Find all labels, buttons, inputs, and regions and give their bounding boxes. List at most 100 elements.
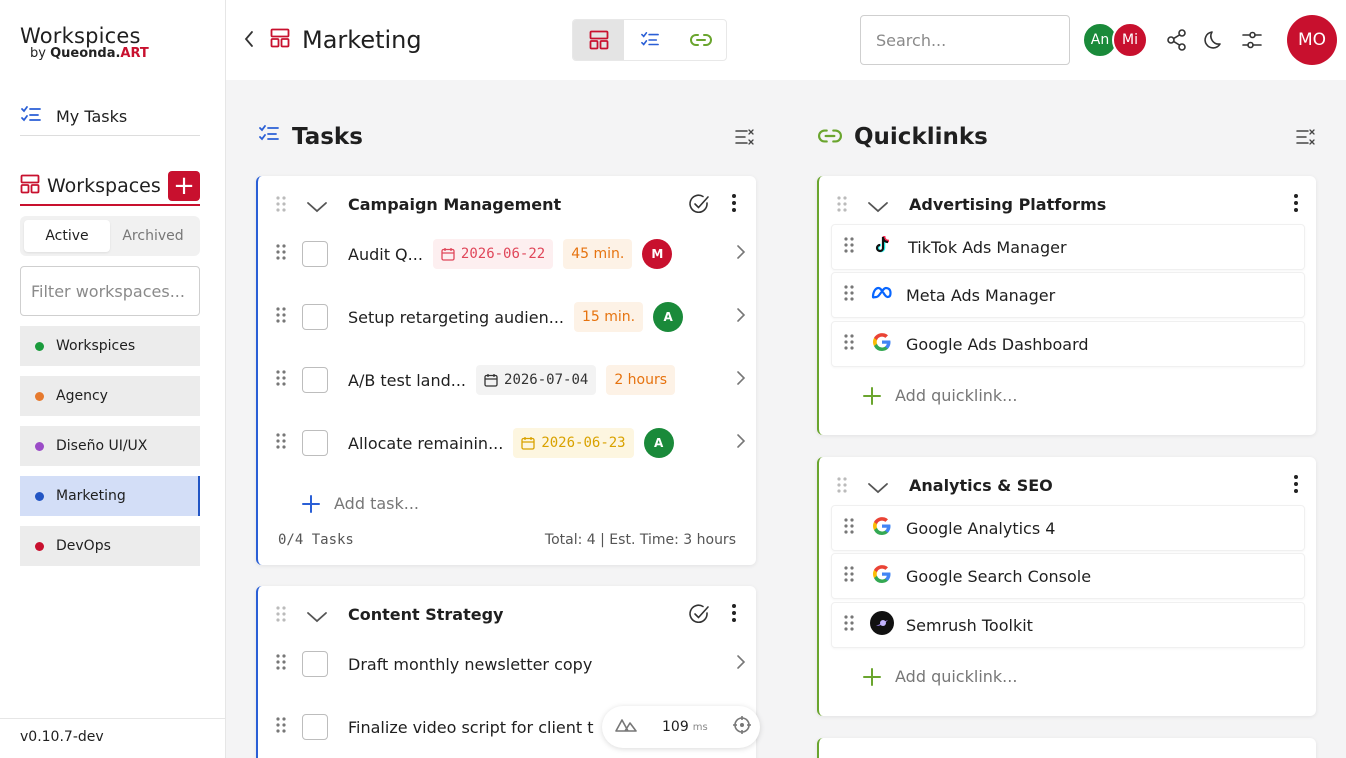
due-date-badge[interactable]: 2026-06-23: [513, 428, 634, 458]
task-checkbox[interactable]: [302, 714, 328, 740]
task-group-title: Campaign Management: [348, 195, 562, 214]
chevron-down-icon[interactable]: [867, 198, 889, 217]
theme-toggle-button[interactable]: [1203, 28, 1225, 56]
more-options-button[interactable]: [732, 604, 736, 626]
chevron-right-icon[interactable]: [736, 244, 746, 264]
complete-group-button[interactable]: [688, 603, 710, 629]
tasks-column-options-button[interactable]: [735, 128, 755, 150]
plus-icon: [302, 494, 320, 513]
drag-handle-icon[interactable]: [276, 307, 286, 327]
drag-handle-icon[interactable]: [276, 196, 286, 216]
tiktok-icon: [872, 234, 894, 260]
view-tasks-button[interactable]: [624, 20, 675, 60]
chevron-right-icon[interactable]: [736, 307, 746, 327]
brand-logo[interactable]: Workspices by Queonda.ART: [20, 24, 149, 61]
status-dot: [35, 441, 44, 451]
task-row[interactable]: Draft monthly newsletter copy: [276, 639, 746, 689]
chevron-right-icon[interactable]: [736, 654, 746, 674]
task-checkbox[interactable]: [302, 651, 328, 677]
page-title-text: Marketing: [302, 26, 422, 54]
sidebar-item-diseno-ui-ux[interactable]: Diseño UI/UX: [20, 426, 200, 466]
sidebar-item-my-tasks[interactable]: My Tasks: [20, 98, 200, 136]
crosshair-icon[interactable]: [732, 715, 752, 739]
quicklink-group-title: Analytics & SEO: [909, 476, 1053, 495]
task-checkbox[interactable]: [302, 430, 328, 456]
more-options-button[interactable]: [732, 194, 736, 216]
workspace-status-toggle: Active Archived: [20, 216, 200, 256]
drag-handle-icon[interactable]: [276, 244, 286, 264]
sidebar-item-workspices[interactable]: Workspices: [20, 326, 200, 366]
quicklinks-column-options-button[interactable]: [1296, 128, 1316, 150]
quicklink-item[interactable]: Google Search Console: [831, 553, 1305, 599]
drag-handle-icon[interactable]: [837, 477, 847, 497]
add-quicklink-button[interactable]: Add quicklink...: [863, 667, 1017, 686]
drag-handle-icon[interactable]: [844, 237, 854, 257]
task-row[interactable]: A/B test land... 2026-07-04 2 hours: [276, 355, 746, 405]
nuxt-logo-icon[interactable]: [614, 717, 638, 737]
quicklink-name: Google Search Console: [906, 566, 1092, 586]
quicklink-item[interactable]: Semrush Toolkit: [831, 602, 1305, 648]
chevron-left-icon: [244, 31, 253, 47]
drag-handle-icon[interactable]: [276, 717, 286, 737]
quicklinks-column-header: Quicklinks: [818, 124, 988, 150]
task-checkbox[interactable]: [302, 367, 328, 393]
task-row[interactable]: Allocate remainin... 2026-06-23 A: [276, 418, 746, 468]
sidebar-item-devops[interactable]: DevOps: [20, 526, 200, 566]
due-date-badge[interactable]: 2026-06-22: [432, 239, 554, 269]
chevron-right-icon[interactable]: [736, 370, 746, 390]
google-icon: [872, 516, 892, 540]
more-options-button[interactable]: [1294, 194, 1298, 216]
top-bar: Marketing An Mi MO: [226, 0, 1346, 80]
task-checkbox[interactable]: [302, 304, 328, 330]
add-quicklink-button[interactable]: Add quicklink...: [863, 386, 1017, 405]
chevron-down-icon[interactable]: [306, 608, 328, 627]
layout-grid-icon: [589, 30, 608, 50]
share-button[interactable]: [1166, 28, 1188, 56]
task-row[interactable]: Audit Q... 2026-06-22 45 min. M: [276, 229, 746, 279]
quicklink-item[interactable]: Meta Ads Manager: [831, 272, 1305, 318]
drag-handle-icon[interactable]: [844, 566, 854, 586]
view-links-button[interactable]: [675, 20, 726, 60]
sidebar-item-agency[interactable]: Agency: [20, 376, 200, 416]
assignee-avatar[interactable]: A: [643, 428, 674, 458]
due-date-badge[interactable]: 2026-07-04: [476, 365, 597, 395]
drag-handle-icon[interactable]: [276, 606, 286, 626]
quicklink-name: Google Ads Dashboard: [906, 334, 1089, 354]
drag-handle-icon[interactable]: [844, 615, 854, 635]
view-board-button[interactable]: [573, 20, 624, 60]
chevron-down-icon[interactable]: [867, 479, 889, 498]
complete-group-button[interactable]: [688, 193, 710, 219]
more-options-button[interactable]: [1294, 475, 1298, 497]
filter-workspaces-input[interactable]: [20, 266, 200, 316]
google-icon: [872, 332, 892, 356]
meta-icon: [870, 285, 896, 305]
sidebar-item-marketing[interactable]: Marketing: [20, 476, 200, 516]
add-task-button[interactable]: Add task...: [302, 494, 419, 513]
drag-handle-icon[interactable]: [276, 433, 286, 453]
drag-handle-icon[interactable]: [844, 334, 854, 354]
drag-handle-icon[interactable]: [276, 370, 286, 390]
task-group-title: Content Strategy: [348, 605, 504, 624]
settings-button[interactable]: [1241, 28, 1263, 56]
user-avatar[interactable]: MO: [1287, 15, 1337, 65]
drag-handle-icon[interactable]: [837, 196, 847, 216]
task-checkbox[interactable]: [302, 241, 328, 267]
assignee-avatar[interactable]: M: [642, 239, 673, 269]
chevron-down-icon[interactable]: [306, 198, 328, 217]
drag-handle-icon[interactable]: [844, 285, 854, 305]
quicklink-item[interactable]: Google Analytics 4: [831, 505, 1305, 551]
task-row[interactable]: Setup retargeting audien... 15 min. A: [276, 292, 746, 342]
back-button[interactable]: [242, 28, 256, 56]
add-workspace-button[interactable]: +: [168, 171, 200, 201]
tab-archived[interactable]: Archived: [110, 220, 196, 252]
drag-handle-icon[interactable]: [844, 518, 854, 538]
quicklink-item[interactable]: Google Ads Dashboard: [831, 321, 1305, 367]
collaborator-avatar[interactable]: Mi: [1112, 22, 1148, 58]
link-icon: [689, 34, 712, 46]
assignee-avatar[interactable]: A: [653, 302, 684, 332]
drag-handle-icon[interactable]: [276, 654, 286, 674]
search-input[interactable]: [860, 15, 1070, 65]
chevron-right-icon[interactable]: [736, 433, 746, 453]
quicklink-item[interactable]: TikTok Ads Manager: [831, 224, 1305, 270]
tab-active[interactable]: Active: [24, 220, 110, 252]
